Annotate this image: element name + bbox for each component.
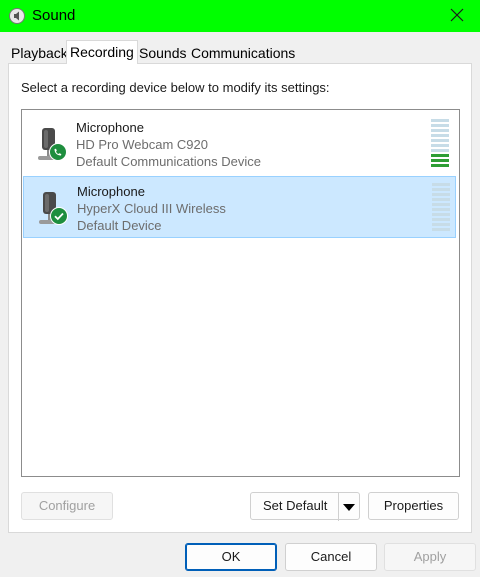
ok-button[interactable]: OK [185,543,277,571]
device-name: Microphone [76,120,144,135]
tab-communications[interactable]: Communications [189,44,297,64]
tab-strip: Playback Recording Sounds Communications [0,40,480,64]
instruction-text: Select a recording device below to modif… [21,80,330,95]
meter-segment [431,119,449,122]
meter-segment [431,139,449,142]
device-item-headset[interactable]: Microphone HyperX Cloud III Wireless Def… [23,176,456,238]
level-meter [431,119,449,169]
checkmark-icon [50,207,68,225]
window-title: Sound [32,7,76,24]
device-name: Microphone [77,184,145,199]
speaker-icon [8,7,26,25]
phone-icon [49,143,67,161]
meter-segment [431,149,449,152]
meter-segment [432,208,450,211]
meter-segment [432,198,450,201]
meter-segment [432,213,450,216]
device-model: HyperX Cloud III Wireless [77,201,226,216]
device-model: HD Pro Webcam C920 [76,137,208,152]
close-icon [450,8,464,25]
meter-segment [432,228,450,231]
tab-recording[interactable]: Recording [66,40,138,64]
meter-segment [432,193,450,196]
properties-button[interactable]: Properties [368,492,459,520]
tab-playback[interactable]: Playback [9,44,70,64]
set-default-label: Set Default [263,498,328,513]
meter-segment [431,154,449,157]
apply-button[interactable]: Apply [384,543,476,571]
meter-segment [432,183,450,186]
device-item-webcam[interactable]: Microphone HD Pro Webcam C920 Default Co… [23,113,456,175]
meter-segment [431,164,449,167]
title-bar: Sound [0,0,480,32]
meter-segment [431,144,449,147]
meter-segment [431,134,449,137]
configure-button[interactable]: Configure [21,492,113,520]
tab-sounds[interactable]: Sounds [137,44,188,64]
meter-segment [432,218,450,221]
device-status: Default Device [77,218,162,233]
meter-segment [431,129,449,132]
set-default-dropdown[interactable] [338,493,359,521]
meter-segment [432,188,450,191]
meter-segment [431,159,449,162]
meter-segment [432,203,450,206]
device-list[interactable]: Microphone HD Pro Webcam C920 Default Co… [21,109,460,477]
close-button[interactable] [434,0,480,32]
caret-down-icon [343,500,355,515]
meter-segment [431,124,449,127]
device-status: Default Communications Device [76,154,261,169]
cancel-button[interactable]: Cancel [285,543,377,571]
level-meter [432,183,450,233]
meter-segment [432,223,450,226]
